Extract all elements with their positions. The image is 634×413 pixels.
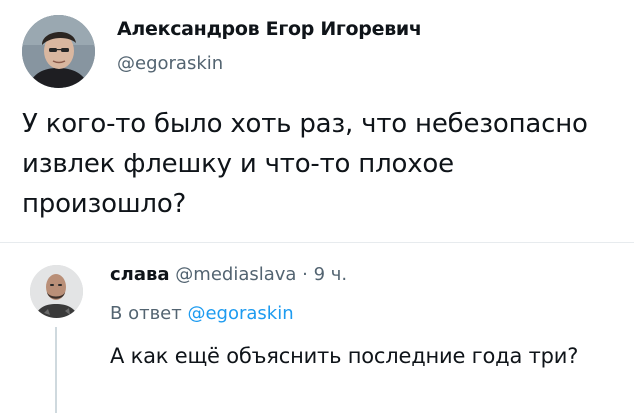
post-text: У кого-то было хоть раз, что небезопасно…	[22, 109, 588, 219]
reply-to-line: В ответ @egoraskin	[110, 303, 294, 324]
reply-header: слава @mediaslava · 9 ч.	[110, 264, 347, 285]
reply-to-label: В ответ	[110, 303, 182, 324]
reply-author-handle[interactable]: @mediaslava	[175, 264, 296, 285]
reply-to-handle[interactable]: @egoraskin	[187, 303, 293, 324]
reply-text: А как ещё объяснить последние года три?	[110, 344, 579, 368]
reply-avatar-image	[30, 265, 83, 318]
reply-timestamp[interactable]: 9 ч.	[314, 264, 348, 285]
author-avatar-image	[22, 15, 95, 88]
reply-avatar[interactable]	[30, 265, 83, 318]
author-name[interactable]: Александров Егор Игоревич	[117, 18, 422, 40]
author-handle[interactable]: @egoraskin	[117, 53, 223, 74]
reply-author-name[interactable]: слава	[110, 264, 170, 285]
main-post: Александров Егор Игоревич @egoraskin У к…	[0, 0, 634, 242]
reply-separator: ·	[296, 264, 314, 285]
thread-line	[55, 327, 57, 413]
author-avatar[interactable]	[22, 15, 95, 88]
reply-post: слава @mediaslava · 9 ч. В ответ @egoras…	[0, 243, 634, 413]
